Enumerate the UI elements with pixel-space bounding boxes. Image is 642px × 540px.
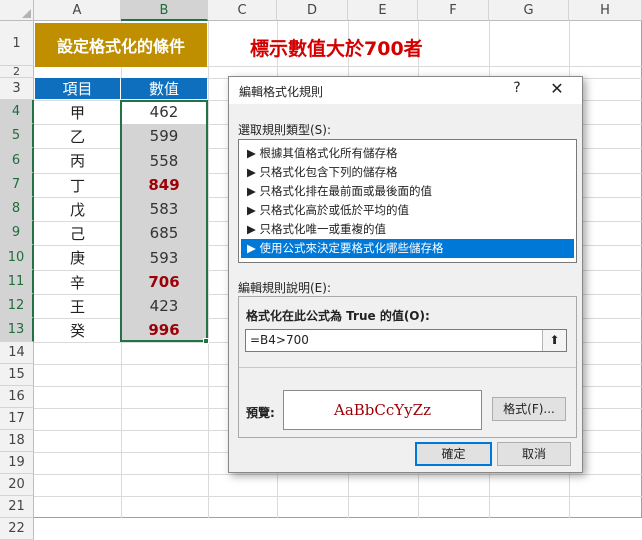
row-header-2[interactable]: 2 xyxy=(0,65,34,78)
rule-type-item[interactable]: ▶ 只格式化高於或低於平均的值 xyxy=(241,201,574,220)
column-header-b[interactable]: B xyxy=(121,0,208,21)
table-header-value[interactable]: 數值 xyxy=(121,78,207,99)
column-header-a[interactable]: A xyxy=(34,0,121,21)
formula-label: 格式化在此公式為 True 的值(O): xyxy=(246,309,430,323)
format-button[interactable]: 格式(F)... xyxy=(492,397,566,421)
sheet-title-cell[interactable]: 設定格式化的條件 xyxy=(35,23,207,67)
item-cell[interactable]: 己 xyxy=(35,221,120,245)
row-header-21[interactable]: 21 xyxy=(0,496,34,518)
row-header-16[interactable]: 16 xyxy=(0,386,34,408)
rule-description-label: 編輯規則說明(E): xyxy=(238,281,331,295)
column-header-e[interactable]: E xyxy=(348,0,418,21)
column-header-h[interactable]: H xyxy=(569,0,642,21)
row-header-12[interactable]: 12 xyxy=(0,294,34,318)
preview-label: 預覽: xyxy=(246,406,275,420)
rule-type-item[interactable]: ▶ 只格式化排在最前面或最後面的值 xyxy=(241,182,574,201)
rule-type-item-selected[interactable]: ▶ 使用公式來決定要格式化哪些儲存格 xyxy=(241,239,574,258)
rule-type-item[interactable]: ▶ 只格式化唯一或重複的值 xyxy=(241,220,574,239)
row-header-7[interactable]: 7 xyxy=(0,173,34,197)
item-cell[interactable]: 甲 xyxy=(35,100,120,124)
row-header-3[interactable]: 3 xyxy=(0,78,34,100)
item-cell[interactable]: 庚 xyxy=(35,245,120,270)
row-header-6[interactable]: 6 xyxy=(0,148,34,173)
collapse-arrow-icon[interactable]: ⬆ xyxy=(542,330,566,351)
divider xyxy=(239,367,576,368)
row-header-9[interactable]: 9 xyxy=(0,221,34,245)
rule-type-label: 選取規則類型(S): xyxy=(238,123,332,137)
select-all-corner[interactable] xyxy=(0,0,34,21)
formula-input[interactable]: =B4>700 xyxy=(245,329,567,352)
grid-row-line xyxy=(34,474,642,475)
rule-type-item[interactable]: ▶ 根據其值格式化所有儲存格 xyxy=(241,144,574,163)
item-cell[interactable]: 辛 xyxy=(35,270,120,294)
help-icon[interactable]: ? xyxy=(509,80,525,96)
ok-button[interactable]: 確定 xyxy=(415,442,492,466)
grid-column-line xyxy=(208,21,209,518)
grid-row-line xyxy=(34,496,642,497)
row-header-11[interactable]: 11 xyxy=(0,270,34,294)
edit-format-rule-dialog: 編輯格式化規則 ? ✕ 選取規則類型(S): ▶ 根據其值格式化所有儲存格 ▶ … xyxy=(228,76,583,473)
item-cell[interactable]: 王 xyxy=(35,294,120,318)
item-cell[interactable]: 癸 xyxy=(35,318,120,342)
row-header-10[interactable]: 10 xyxy=(0,245,34,270)
row-header-4[interactable]: 4 xyxy=(0,100,34,124)
row-header-8[interactable]: 8 xyxy=(0,197,34,221)
cancel-button[interactable]: 取消 xyxy=(497,442,571,466)
headline-text[interactable]: 標示數值大於700者 xyxy=(250,34,423,61)
column-header-g[interactable]: G xyxy=(489,0,569,21)
column-header-f[interactable]: F xyxy=(418,0,489,21)
close-icon[interactable]: ✕ xyxy=(547,79,567,98)
item-cell[interactable]: 丙 xyxy=(35,148,120,173)
row-header-18[interactable]: 18 xyxy=(0,430,34,452)
item-cell[interactable]: 丁 xyxy=(35,173,120,197)
row-header-22[interactable]: 22 xyxy=(0,518,34,540)
column-header-d[interactable]: D xyxy=(277,0,348,21)
column-header-c[interactable]: C xyxy=(208,0,277,21)
row-header-5[interactable]: 5 xyxy=(0,124,34,148)
row-header-20[interactable]: 20 xyxy=(0,474,34,496)
row-header-17[interactable]: 17 xyxy=(0,408,34,430)
row-header-19[interactable]: 19 xyxy=(0,452,34,474)
rule-type-item[interactable]: ▶ 只格式化包含下列的儲存格 xyxy=(241,163,574,182)
table-header-item[interactable]: 項目 xyxy=(35,78,120,99)
row-header-14[interactable]: 14 xyxy=(0,342,34,364)
preview-sample: AaBbCcYyZz xyxy=(283,390,482,430)
dialog-title: 編輯格式化規則 xyxy=(239,85,324,99)
row-header-1[interactable]: 1 xyxy=(0,21,34,66)
item-cell[interactable]: 乙 xyxy=(35,124,120,148)
selection-range-border xyxy=(120,100,208,342)
row-header-15[interactable]: 15 xyxy=(0,364,34,386)
row-header-13[interactable]: 13 xyxy=(0,318,34,342)
rule-type-list[interactable]: ▶ 根據其值格式化所有儲存格 ▶ 只格式化包含下列的儲存格 ▶ 只格式化排在最前… xyxy=(238,139,577,263)
fill-handle[interactable] xyxy=(203,338,209,344)
item-cell[interactable]: 戊 xyxy=(35,197,120,221)
